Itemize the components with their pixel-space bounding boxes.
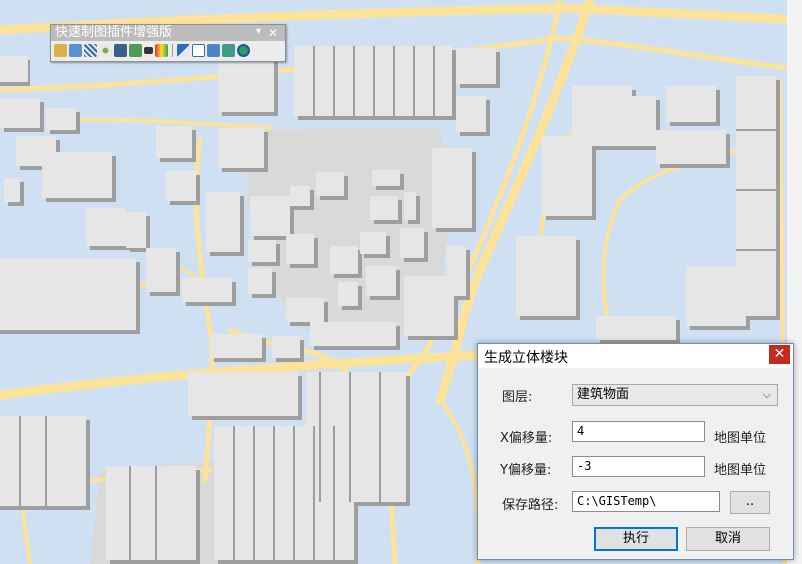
close-icon[interactable]: ✕: [769, 345, 790, 364]
x-offset-unit: 地图单位: [714, 431, 767, 446]
y-offset-input[interactable]: -3: [572, 456, 705, 477]
rect-icon[interactable]: [144, 47, 153, 54]
sphere-icon[interactable]: [237, 44, 250, 57]
frame-icon[interactable]: [192, 44, 205, 57]
toolbar-icon-row: [51, 41, 285, 60]
layer-select[interactable]: 建筑物面 ⌵: [572, 384, 778, 406]
scatter-icon[interactable]: [99, 44, 112, 57]
globe-icon[interactable]: [69, 44, 82, 57]
browse-button[interactable]: ..: [730, 491, 770, 514]
hatch-icon[interactable]: [84, 44, 97, 57]
save-path-label: 保存路径:: [502, 498, 559, 513]
y-offset-unit: 地图单位: [714, 463, 767, 478]
palette-icon[interactable]: [155, 44, 168, 57]
x-offset-input[interactable]: 4: [572, 421, 705, 442]
toolbar-title: 快速制图插件增强版: [55, 25, 173, 40]
generate-3d-building-dialog: 生成立体楼块 ✕ 图层: 建筑物面 ⌵ X偏移量: 4 地图单位 Y偏移量: -…: [477, 343, 794, 560]
execute-button[interactable]: 执行: [594, 527, 678, 551]
y-offset-label: Y偏移量:: [500, 463, 552, 478]
quick-mapping-toolbar[interactable]: 快速制图插件增强版 ▾ ✕: [50, 24, 286, 62]
dialog-title: 生成立体楼块: [484, 350, 568, 366]
cancel-button[interactable]: 取消: [686, 527, 770, 551]
image-icon[interactable]: [207, 44, 220, 57]
layers-icon[interactable]: [222, 44, 235, 57]
toolbar-options-icon[interactable]: ▾: [256, 24, 261, 40]
chevron-down-icon: ⌵: [762, 388, 771, 401]
route-icon[interactable]: [54, 44, 67, 57]
dialog-titlebar[interactable]: 生成立体楼块 ✕: [478, 344, 793, 368]
table-icon[interactable]: [114, 44, 127, 57]
layer-label: 图层:: [502, 390, 533, 405]
network-icon[interactable]: [129, 44, 142, 57]
toolbar-separator: [172, 44, 173, 57]
toolbar-close-icon[interactable]: ✕: [268, 25, 278, 41]
toolbar-titlebar[interactable]: 快速制图插件增强版 ▾ ✕: [51, 25, 285, 41]
layer-select-value: 建筑物面: [577, 387, 630, 402]
x-offset-label: X偏移量:: [500, 431, 553, 446]
save-path-input[interactable]: C:\GISTemp\: [572, 491, 720, 512]
arrow-icon[interactable]: [177, 44, 190, 57]
